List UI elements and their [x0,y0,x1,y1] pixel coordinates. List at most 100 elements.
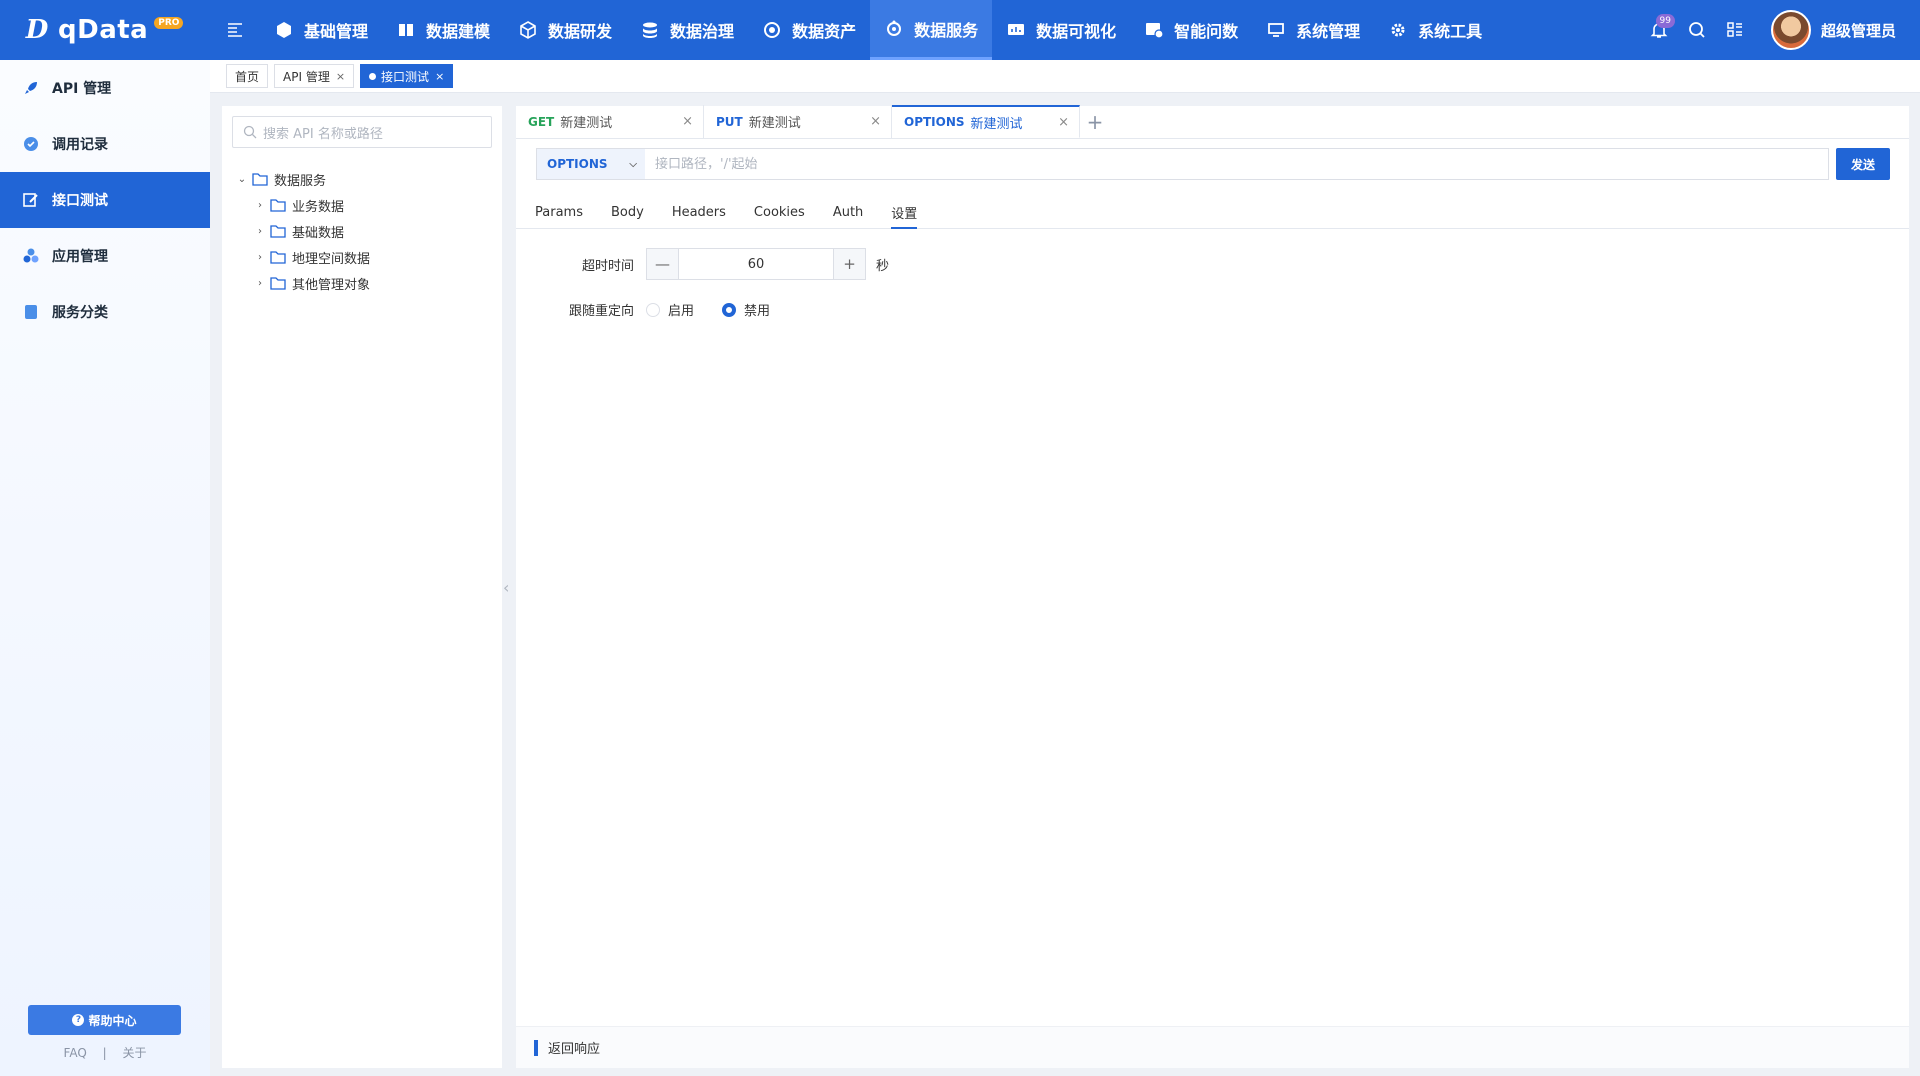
tab-body[interactable]: Body [611,196,644,229]
radio-label: 禁用 [744,304,771,319]
page-tab-api-test[interactable]: 接口测试 × [360,64,454,88]
logo-mark-icon: D [25,15,49,45]
api-search-input[interactable]: 搜索 API 名称或路径 [232,116,492,148]
request-tab-options[interactable]: OPTIONS 新建测试 × [892,105,1080,138]
timeout-row: 超时时间 — 60 + 秒 [516,248,889,280]
api-tree-panel: 搜索 API 名称或路径 ⌄ 数据服务 › 业务数据 › 基础数据 › 地理空间… [222,106,502,1068]
response-section[interactable]: 返回响应 [516,1026,1909,1068]
sidebar-item-app-manage[interactable]: 应用管理 [0,228,210,284]
tab-cookies[interactable]: Cookies [754,196,805,229]
sidebar-item-label: 应用管理 [52,249,108,265]
record-icon [22,135,40,153]
plus-icon[interactable]: + [833,249,865,279]
nav-label: 基础管理 [304,22,369,41]
nav-label: 智能问数 [1174,22,1239,41]
timeout-label: 超时时间 [581,258,634,274]
search-placeholder: 搜索 API 名称或路径 [263,126,383,142]
box-icon [518,20,538,40]
tab-params[interactable]: Params [535,196,583,229]
monitor-icon [1266,20,1286,40]
request-tab-put[interactable]: PUT 新建测试 × [704,105,892,138]
nav-item-governance[interactable]: 数据治理 [626,0,748,60]
sidebar-item-label: API 管理 [52,81,112,97]
request-sub-tabs: Params Body Headers Cookies Auth 设置 [516,196,1909,229]
nav-label: 数据治理 [670,22,735,41]
api-tree: ⌄ 数据服务 › 业务数据 › 基础数据 › 地理空间数据 › 其他管理对象 [236,166,370,296]
tab-settings[interactable]: 设置 [891,196,918,229]
apps-grid-icon[interactable] [1717,12,1753,48]
logo-text: qData [58,15,149,45]
tree-node-label: 业务数据 [292,199,345,215]
page-tab-label: 首页 [235,69,260,84]
nav-item-modeling[interactable]: 数据建模 [382,0,504,60]
tab-auth[interactable]: Auth [833,196,863,229]
timeout-value[interactable]: 60 [679,257,833,272]
folder-icon [270,225,286,238]
tab-headers[interactable]: Headers [672,196,726,229]
bell-icon[interactable]: 99 [1641,12,1677,48]
category-icon [22,303,40,321]
chevron-right-icon[interactable]: › [254,200,266,211]
redirect-enable-radio[interactable]: 启用 [646,300,694,319]
sidebar-footer-links: FAQ | 关于 [0,1044,210,1061]
faq-link[interactable]: FAQ [64,1046,87,1060]
send-button[interactable]: 发送 [1836,148,1890,180]
tree-node-root[interactable]: ⌄ 数据服务 [236,166,370,192]
url-input[interactable] [645,149,1828,179]
tree-node[interactable]: › 其他管理对象 [236,270,370,296]
nav-label: 数据可视化 [1036,22,1117,41]
timeout-unit: 秒 [876,258,890,274]
sidebar-item-service-category[interactable]: 服务分类 [0,284,210,340]
close-icon[interactable]: × [435,70,444,83]
active-dot-icon [369,72,377,80]
page-tab-api-manage[interactable]: API 管理 × [274,64,355,88]
close-icon[interactable]: × [336,70,345,83]
edit-icon [22,191,40,209]
tree-node-label: 其他管理对象 [292,277,371,293]
tree-node-label: 地理空间数据 [292,251,371,267]
close-icon[interactable]: × [870,114,881,129]
sidebar-item-call-records[interactable]: 调用记录 [0,116,210,172]
collapse-panel-icon[interactable]: ‹ [503,578,509,597]
nav-item-ai[interactable]: 智能问数 [1130,0,1252,60]
sidebar-item-api-test[interactable]: 接口测试 [0,172,210,228]
menu-toggle-icon[interactable] [210,0,260,60]
nav-item-basic[interactable]: 基础管理 [260,0,382,60]
chevron-right-icon[interactable]: › [254,278,266,289]
tree-node[interactable]: › 业务数据 [236,192,370,218]
request-tab-get[interactable]: GET 新建测试 × [516,105,704,138]
redirect-disable-radio[interactable]: 禁用 [722,300,770,319]
nav-item-tools[interactable]: 系统工具 [1374,0,1496,60]
folder-icon [252,173,268,186]
sidebar-item-api-manage[interactable]: API 管理 [0,60,210,116]
close-icon[interactable]: × [682,114,693,129]
chevron-right-icon[interactable]: › [254,226,266,237]
page-tab-home[interactable]: 首页 [226,64,269,88]
username[interactable]: 超级管理员 [1821,20,1896,41]
nav-item-dev[interactable]: 数据研发 [504,0,626,60]
logo[interactable]: D qData PRO [0,0,210,60]
nav-item-service[interactable]: 数据服务 [870,0,993,60]
about-link[interactable]: 关于 [122,1046,146,1060]
apps-icon [22,247,40,265]
redirect-label: 跟随重定向 [568,304,634,319]
minus-icon[interactable]: — [647,249,679,279]
sidebar-item-label: 服务分类 [52,305,108,321]
nav-item-system[interactable]: 系统管理 [1252,0,1374,60]
search-icon[interactable] [1679,12,1715,48]
ai-icon [1144,20,1164,40]
chevron-down-icon[interactable]: ⌄ [236,174,248,185]
tree-node[interactable]: › 地理空间数据 [236,244,370,270]
close-icon[interactable]: × [1058,115,1069,130]
nav-item-assets[interactable]: 数据资产 [748,0,870,60]
page-tab-label: API 管理 [283,69,330,84]
chevron-right-icon[interactable]: › [254,252,266,263]
avatar[interactable] [1770,10,1811,50]
url-bar: OPTIONS ⌵ [536,148,1829,180]
add-tab-icon[interactable]: + [1080,105,1110,138]
tree-node[interactable]: › 基础数据 [236,218,370,244]
method-select[interactable]: OPTIONS ⌵ [537,149,645,179]
help-center-button[interactable]: ? 帮助中心 [28,1005,181,1035]
nav-label: 数据资产 [792,22,857,41]
nav-item-visual[interactable]: 数据可视化 [992,0,1130,60]
